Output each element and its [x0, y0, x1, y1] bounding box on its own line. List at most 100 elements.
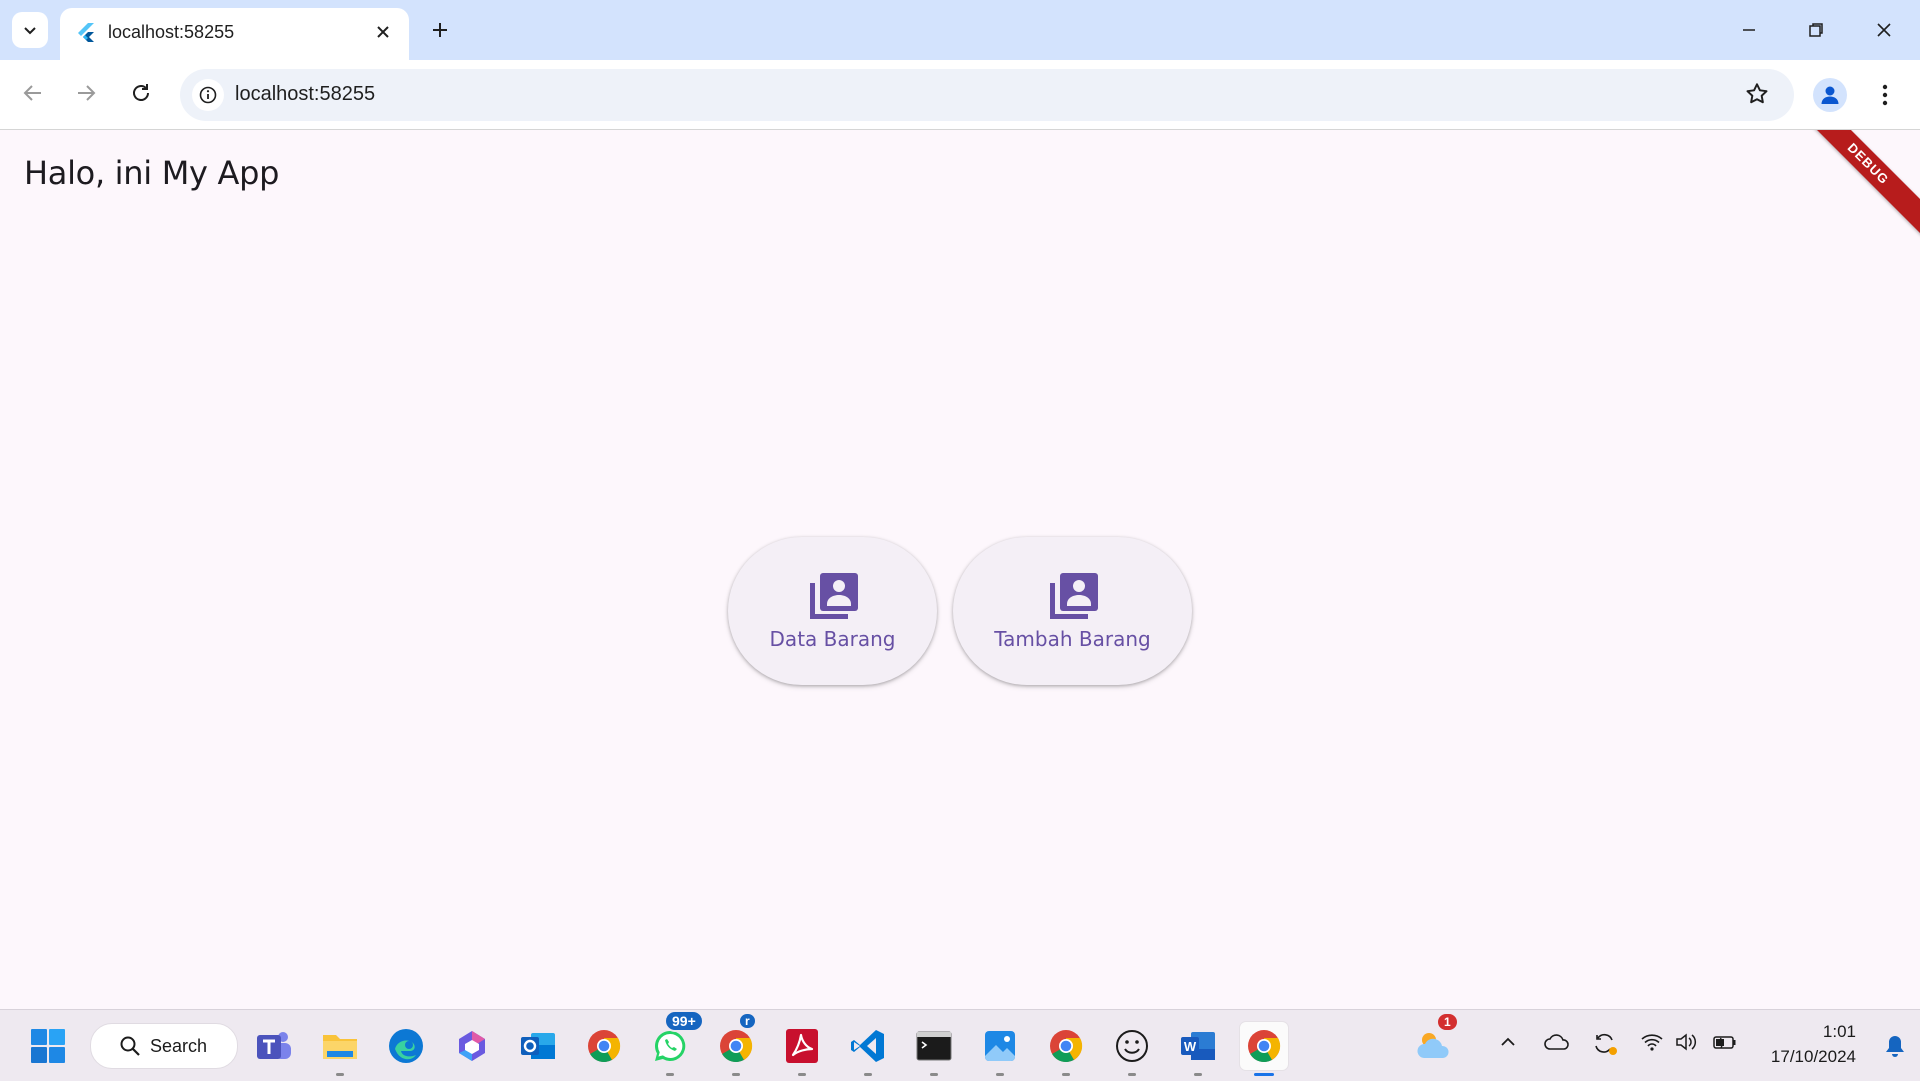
tambah-barang-button[interactable]: Tambah Barang	[953, 537, 1192, 685]
smiley-icon	[1116, 1030, 1148, 1062]
reload-icon	[133, 84, 149, 101]
weather-widget[interactable]: 1	[1410, 1012, 1459, 1070]
chevron-down-icon	[24, 27, 36, 35]
url-text[interactable]: localhost:58255	[235, 83, 375, 106]
running-indicator	[1128, 1073, 1136, 1076]
outlook-app[interactable]	[514, 1022, 562, 1070]
feedback-app[interactable]	[1108, 1022, 1156, 1076]
clock-date[interactable]: 17/10/2024	[1771, 1047, 1856, 1067]
notification-bell-icon[interactable]	[1884, 1034, 1906, 1058]
address-bar[interactable]: localhost:58255	[180, 69, 1794, 121]
word-icon: W	[1181, 1032, 1215, 1060]
tab-title: localhost:58255	[108, 22, 235, 42]
vscode-icon	[851, 1030, 884, 1062]
whatsapp-icon	[654, 1030, 686, 1061]
minimize-button[interactable]	[1729, 10, 1769, 50]
app-page: Halo, ini My App DEBUG Data Barang Tamba…	[0, 130, 1920, 1009]
tab-close-button[interactable]	[371, 20, 395, 44]
close-icon	[1877, 23, 1891, 37]
running-indicator	[732, 1073, 740, 1076]
folder-icon	[323, 1035, 357, 1059]
photos-app[interactable]	[976, 1022, 1024, 1076]
plus-icon	[433, 23, 447, 37]
chrome-icon	[588, 1030, 621, 1063]
file-explorer-app[interactable]	[316, 1022, 364, 1076]
running-indicator	[336, 1073, 344, 1076]
tab-search-button[interactable]	[12, 12, 48, 48]
arrow-right-icon	[78, 85, 96, 101]
reload-button[interactable]	[121, 73, 161, 113]
onedrive-icon[interactable]	[1544, 1032, 1570, 1052]
running-indicator	[996, 1073, 1004, 1076]
chrome-icon	[720, 1030, 753, 1063]
data-barang-button[interactable]: Data Barang	[728, 537, 937, 685]
running-indicator	[864, 1073, 872, 1076]
svg-text:W: W	[1184, 1039, 1197, 1054]
whatsapp-app[interactable]: 99+	[646, 1010, 704, 1076]
word-app[interactable]: W	[1174, 1022, 1222, 1076]
flutter-favicon-icon	[78, 23, 94, 42]
teams-app[interactable]	[250, 1022, 298, 1070]
profile-badge: r	[738, 1012, 757, 1030]
terminal-icon	[916, 1031, 952, 1061]
outlook-icon	[521, 1033, 555, 1059]
person-icon	[1821, 86, 1839, 104]
minimize-icon	[1743, 29, 1755, 31]
contacts-book-icon	[809, 573, 858, 619]
chrome-icon	[1248, 1030, 1281, 1063]
debug-banner: DEBUG	[1788, 130, 1920, 244]
more-vertical-icon	[1882, 84, 1888, 106]
windows-taskbar: Search 99+ r W 1 1:01 17/10/2024	[0, 1009, 1920, 1081]
profile-button[interactable]	[1813, 78, 1847, 112]
terminal-app[interactable]	[910, 1022, 958, 1076]
back-button[interactable]	[13, 73, 53, 113]
active-indicator	[1254, 1073, 1274, 1076]
browser-titlebar: localhost:58255	[0, 0, 1920, 60]
forward-button[interactable]	[66, 73, 106, 113]
close-icon	[377, 26, 389, 38]
arrow-left-icon	[23, 85, 41, 101]
search-icon	[120, 1036, 140, 1056]
contacts-book-icon	[1049, 573, 1098, 619]
star-icon[interactable]	[1744, 81, 1770, 107]
chevron-up-icon[interactable]	[1498, 1032, 1518, 1052]
photos-icon	[985, 1031, 1015, 1061]
chrome-app[interactable]	[580, 1022, 628, 1070]
close-window-button[interactable]	[1864, 10, 1904, 50]
windows-start-icon[interactable]	[30, 1028, 66, 1064]
chrome-app-active[interactable]	[1240, 1022, 1288, 1076]
sync-icon[interactable]	[1592, 1032, 1618, 1056]
chrome-app-2[interactable]	[1042, 1022, 1090, 1076]
browser-menu-button[interactable]	[1868, 78, 1902, 112]
info-icon	[199, 86, 217, 104]
site-info-button[interactable]	[192, 79, 224, 111]
wifi-icon[interactable]	[1640, 1032, 1664, 1052]
chrome-icon	[1050, 1030, 1083, 1063]
running-indicator	[666, 1073, 674, 1076]
teams-icon	[257, 1032, 291, 1059]
volume-icon[interactable]	[1674, 1032, 1698, 1052]
copilot-icon	[459, 1031, 485, 1061]
notification-badge: 99+	[664, 1010, 704, 1032]
new-tab-button[interactable]	[424, 14, 456, 46]
vscode-app[interactable]	[844, 1022, 892, 1076]
tambah-barang-label: Tambah Barang	[994, 627, 1151, 651]
edge-app[interactable]	[382, 1022, 430, 1070]
battery-icon[interactable]	[1712, 1032, 1738, 1052]
browser-tab[interactable]: localhost:58255	[60, 8, 409, 60]
clock-time[interactable]: 1:01	[1823, 1022, 1856, 1042]
copilot-app[interactable]	[448, 1022, 496, 1070]
restore-icon	[1809, 23, 1823, 37]
search-label: Search	[150, 1036, 208, 1056]
weather-cloud-icon	[1417, 1033, 1449, 1058]
page-title: Halo, ini My App	[24, 154, 280, 192]
acrobat-app[interactable]	[778, 1022, 826, 1076]
edge-icon	[389, 1029, 423, 1063]
taskbar-search[interactable]: Search	[90, 1023, 238, 1069]
restore-button[interactable]	[1796, 10, 1836, 50]
browser-toolbar: localhost:58255	[0, 60, 1920, 130]
chrome-profile-app[interactable]: r	[712, 1012, 760, 1076]
running-indicator	[1194, 1073, 1202, 1076]
running-indicator	[1062, 1073, 1070, 1076]
running-indicator	[930, 1073, 938, 1076]
